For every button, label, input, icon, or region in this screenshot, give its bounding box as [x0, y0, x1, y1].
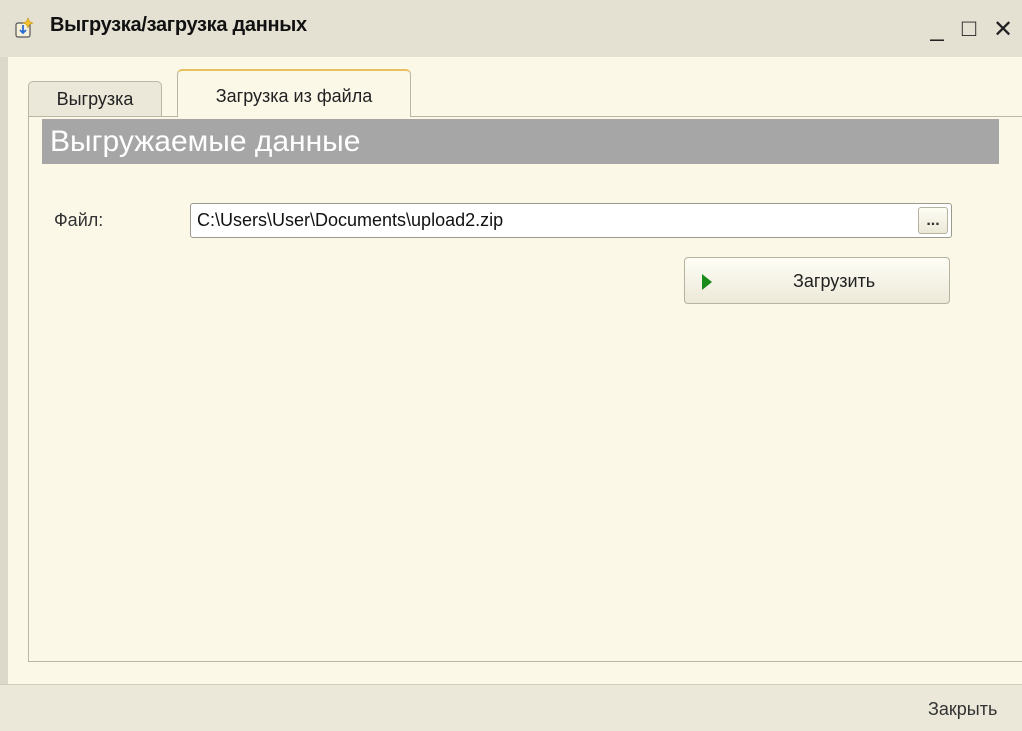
app-window: Выгрузка/загрузка данных _ □ ✕ Выгрузка …: [0, 0, 1022, 731]
maximize-button[interactable]: □: [954, 12, 984, 46]
browse-button[interactable]: ...: [918, 207, 948, 234]
minimize-button[interactable]: _: [922, 12, 952, 46]
play-icon: [702, 274, 712, 290]
file-path-input[interactable]: [191, 204, 916, 237]
close-window-button[interactable]: ✕: [988, 12, 1018, 46]
bottom-bar: Закрыть: [0, 684, 1022, 731]
tab-import-label: Загрузка из файла: [215, 85, 373, 106]
title-bar[interactable]: Выгрузка/загрузка данных _ □ ✕: [0, 0, 1022, 57]
window-left-edge: [0, 57, 8, 731]
window-title: Выгрузка/загрузка данных: [50, 14, 307, 36]
load-button[interactable]: Загрузить: [684, 257, 950, 304]
tab-import-from-file[interactable]: Загрузка из файла: [177, 69, 411, 117]
file-label: Файл:: [54, 210, 104, 230]
close-button[interactable]: Закрыть: [928, 699, 997, 720]
tab-export-label: Выгрузка: [56, 89, 134, 109]
tab-export[interactable]: Выгрузка: [28, 81, 162, 117]
data-exchange-icon: [15, 17, 34, 38]
tab-panel: [28, 116, 1022, 662]
load-button-label: Загрузить: [793, 271, 876, 291]
section-header: Выгружаемые данные: [42, 119, 999, 164]
file-field: ...: [190, 203, 952, 238]
